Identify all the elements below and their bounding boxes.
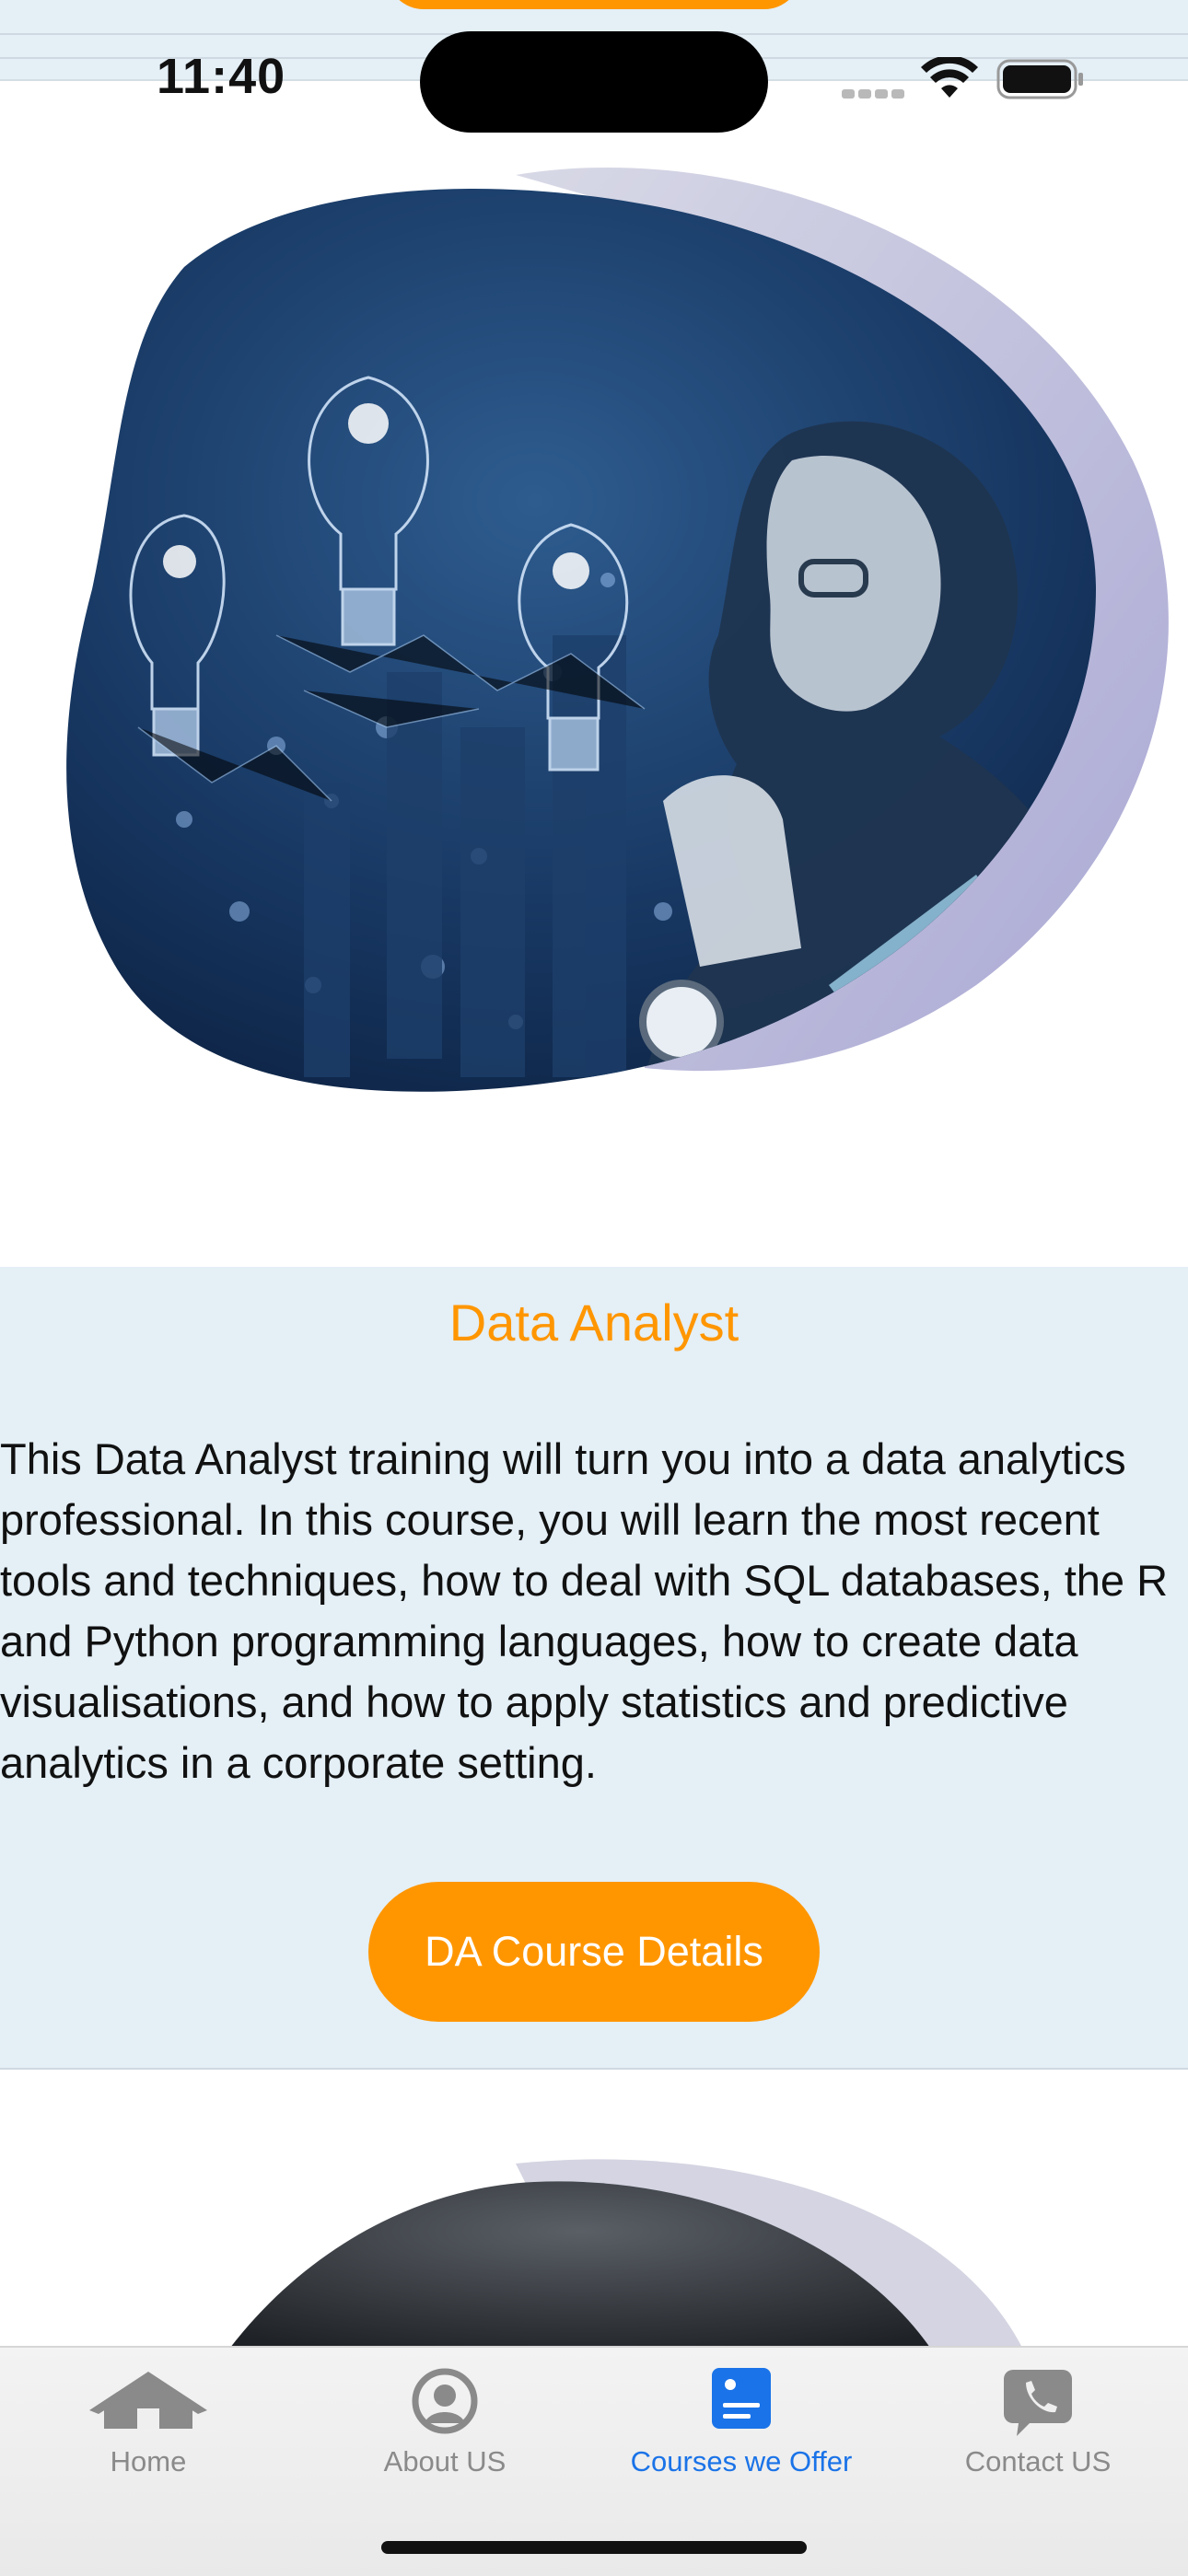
course-list-icon [712, 2368, 771, 2429]
dynamic-island [420, 31, 768, 133]
status-time: 11:40 [157, 49, 286, 104]
tab-home[interactable]: Home [0, 2348, 297, 2532]
tab-label: About US [383, 2445, 507, 2477]
battery-icon [996, 59, 1083, 99]
home-indicator[interactable] [381, 2541, 807, 2554]
wifi-icon [921, 57, 978, 98]
course-details-button[interactable]: DA Course Details [368, 1882, 820, 2022]
hero-image [66, 167, 1169, 1092]
house-icon [89, 2372, 207, 2429]
divider [0, 2046, 1188, 2070]
tab-about[interactable]: About US [297, 2348, 593, 2532]
course-card: Data Analyst This Data Analyst training … [0, 1267, 1188, 2046]
tab-label: Contact US [964, 2445, 1112, 2477]
phone-bubble-icon [1004, 2370, 1072, 2436]
cellular-signal-icon [842, 87, 908, 103]
tab-courses[interactable]: Courses we Offer [593, 2348, 890, 2532]
course-title: Data Analyst [448, 1294, 740, 1352]
tab-label: Home [110, 2445, 187, 2477]
tab-contact[interactable]: Contact US [890, 2348, 1186, 2532]
previous-course-button[interactable] [387, 0, 801, 9]
person-circle-icon [412, 2368, 478, 2434]
course-description: This Data Analyst training will turn you… [0, 1434, 1169, 1787]
tab-label: Courses we Offer [630, 2445, 853, 2477]
next-course-image [230, 2159, 1022, 2348]
